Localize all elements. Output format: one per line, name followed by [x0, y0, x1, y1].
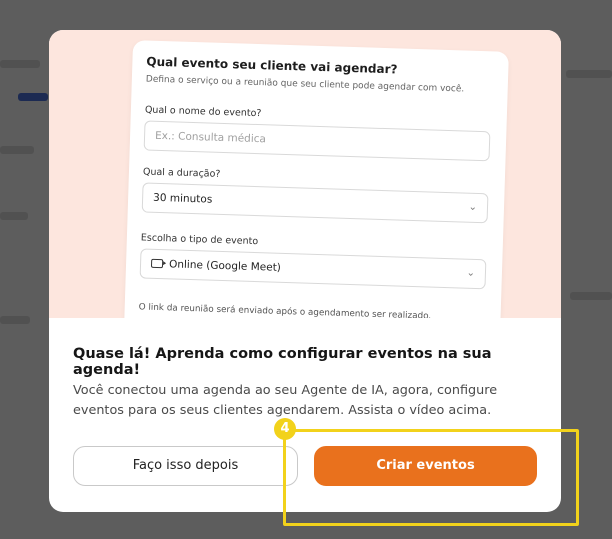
chevron-down-icon: ⌄: [468, 201, 478, 213]
event-name-input-preview: Ex.: Consulta médica: [143, 120, 491, 162]
modal-description: Você conectou uma agenda ao seu Agente d…: [73, 383, 498, 418]
event-name-label: Qual o nome do evento?: [144, 104, 262, 120]
duration-value: 30 minutos: [152, 191, 213, 206]
event-form-preview-card: Qual evento seu cliente vai agendar? Def…: [123, 40, 509, 318]
form-title: Qual evento seu cliente vai agendar?: [146, 54, 398, 77]
video-preview[interactable]: Qual evento seu cliente vai agendar? Def…: [49, 30, 561, 318]
step-highlight-box: [283, 429, 579, 526]
event-type-select-preview: Online (Google Meet) ⌄: [139, 248, 487, 290]
event-type-value: Online (Google Meet): [168, 258, 282, 274]
do-it-later-button[interactable]: Faço isso depois: [73, 446, 298, 486]
form-subtitle: Defina o serviço ou a reunião que seu cl…: [145, 74, 465, 95]
modal-heading: Quase lá! Aprenda como configurar evento…: [73, 346, 492, 378]
duration-label: Qual a duração?: [142, 166, 221, 180]
event-type-label: Escolha o tipo de evento: [140, 232, 259, 248]
duration-select-preview: 30 minutos ⌄: [141, 182, 489, 224]
chevron-down-icon: ⌄: [466, 267, 476, 279]
meeting-link-note: O link da reunião será enviado após o ag…: [138, 302, 432, 318]
video-camera-icon: [150, 258, 164, 269]
step-number-badge: 4: [274, 418, 296, 440]
